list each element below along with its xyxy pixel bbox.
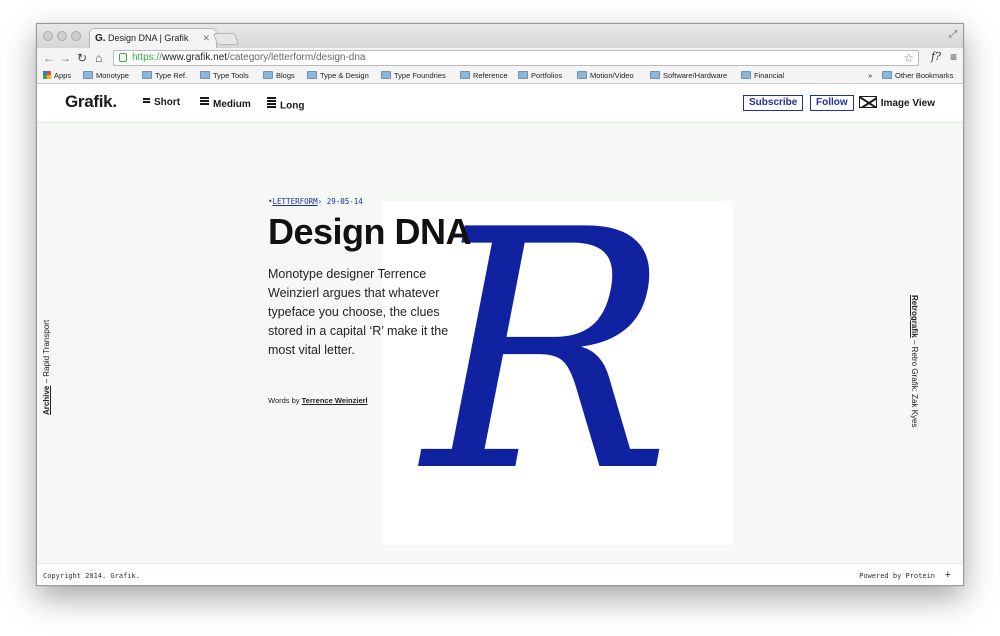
- archive-label: Archive: [42, 385, 51, 415]
- length-short-link[interactable]: Short: [143, 97, 180, 108]
- bookmark-financial[interactable]: Financial: [741, 71, 784, 80]
- length-long-link[interactable]: Long: [267, 97, 304, 112]
- bookmark-software-hardware[interactable]: Software/Hardware: [650, 71, 727, 80]
- bookmark-apps[interactable]: Apps: [43, 71, 71, 80]
- long-icon: [267, 97, 276, 108]
- tab-title: Design DNA | Grafik: [108, 33, 189, 43]
- article-date: 29-05-14: [326, 197, 363, 206]
- folder-icon: [381, 71, 391, 79]
- folder-icon: [518, 71, 528, 79]
- folder-icon: [263, 71, 273, 79]
- powered-by-link[interactable]: Powered by Protein: [859, 572, 935, 580]
- browser-window: G. Design DNA | Grafik ✕ ⤢ ← → ↻ ⌂ https…: [36, 23, 964, 586]
- reload-icon[interactable]: ↻: [77, 51, 87, 65]
- folder-icon: [200, 71, 210, 79]
- minimize-window-button[interactable]: [57, 31, 67, 41]
- folder-icon: [460, 71, 470, 79]
- browser-toolbar: ← → ↻ ⌂ https://www.grafik.net/category/…: [37, 48, 963, 68]
- home-icon[interactable]: ⌂: [95, 51, 102, 65]
- bookmark-portfolios[interactable]: Portfolios: [518, 71, 562, 80]
- bookmark-type-ref[interactable]: Type Ref.: [142, 71, 187, 80]
- folder-icon: [142, 71, 152, 79]
- address-bar[interactable]: https://www.grafik.net/category/letterfo…: [113, 50, 919, 66]
- envelope-icon: [858, 96, 877, 108]
- site-logo[interactable]: Grafik.: [65, 92, 117, 112]
- folder-icon: [882, 71, 892, 79]
- url-path: /category/letterform/design-dna: [227, 52, 366, 63]
- zoom-window-button[interactable]: [71, 31, 81, 41]
- folder-icon: [307, 71, 317, 79]
- image-view-button[interactable]: Image View: [858, 96, 935, 109]
- url-scheme: https://: [132, 52, 163, 63]
- back-icon[interactable]: ←: [43, 51, 55, 65]
- close-tab-icon[interactable]: ✕: [202, 33, 210, 44]
- bookmark-type-tools[interactable]: Type Tools: [200, 71, 249, 80]
- article-meta: •LETTERFORM› 29-05-14: [268, 197, 363, 206]
- tab-design-dna[interactable]: G. Design DNA | Grafik ✕: [89, 28, 217, 48]
- tab-strip: G. Design DNA | Grafik ✕ ⤢: [37, 24, 963, 48]
- category-link[interactable]: LETTERFORM: [273, 197, 318, 206]
- article-title[interactable]: Design DNA: [268, 211, 472, 253]
- new-tab-button[interactable]: [212, 33, 240, 45]
- forward-icon[interactable]: →: [59, 51, 71, 65]
- bookmark-monotype[interactable]: Monotype: [83, 71, 129, 80]
- star-icon[interactable]: ☆: [903, 51, 914, 65]
- bookmarks-overflow-button[interactable]: »: [868, 71, 872, 80]
- medium-icon: [200, 97, 209, 106]
- short-icon: [143, 98, 150, 104]
- folder-icon: [650, 71, 660, 79]
- bookmark-type-foundries[interactable]: Type Foundries: [381, 71, 446, 80]
- folder-icon: [741, 71, 751, 79]
- bookmark-motion-video[interactable]: Motion/Video: [577, 71, 634, 80]
- bookmark-reference[interactable]: Reference: [460, 71, 508, 80]
- retrografik-label: Retrografik: [909, 295, 919, 338]
- close-window-button[interactable]: [43, 31, 53, 41]
- bookmark-type-design[interactable]: Type & Design: [307, 71, 369, 80]
- web-page: Grafik. Short Medium Long Subscribe Foll…: [37, 85, 963, 585]
- author-link[interactable]: Terrence Weinzierl: [302, 396, 368, 405]
- byline: Words by Terrence Weinzierl: [268, 396, 368, 405]
- subscribe-button[interactable]: Subscribe: [743, 95, 804, 111]
- folder-icon: [577, 71, 587, 79]
- fullscreen-icon[interactable]: ⤢: [949, 29, 957, 40]
- url-domain: www.grafik.net: [162, 52, 228, 63]
- bookmarks-bar: Apps Monotype Type Ref. Type Tools Blogs…: [37, 68, 963, 84]
- copyright: Copyright 2014. Grafik.: [43, 572, 140, 580]
- length-medium-link[interactable]: Medium: [200, 97, 251, 110]
- menu-icon[interactable]: ≡: [950, 50, 957, 64]
- bookmark-other[interactable]: Other Bookmarks: [882, 71, 953, 80]
- prev-article-link[interactable]: Archive – Rapid Transport: [42, 320, 51, 415]
- folder-icon: [83, 71, 93, 79]
- bookmark-blogs[interactable]: Blogs: [263, 71, 295, 80]
- article-description: Monotype designer Terrence Weinzierl arg…: [268, 267, 449, 357]
- follow-button[interactable]: Follow: [810, 95, 854, 111]
- font-extension-icon[interactable]: f?: [931, 50, 941, 63]
- plus-icon[interactable]: +: [945, 569, 951, 581]
- site-footer: Copyright 2014. Grafik. Powered by Prote…: [37, 563, 963, 585]
- next-article-link[interactable]: Retrografik – Retro Grafik: Zak Kyes: [910, 295, 919, 428]
- site-header: Grafik. Short Medium Long Subscribe Foll…: [37, 85, 963, 123]
- favicon-icon: G.: [95, 33, 106, 44]
- apps-icon: [43, 71, 51, 79]
- lock-icon: [119, 53, 127, 62]
